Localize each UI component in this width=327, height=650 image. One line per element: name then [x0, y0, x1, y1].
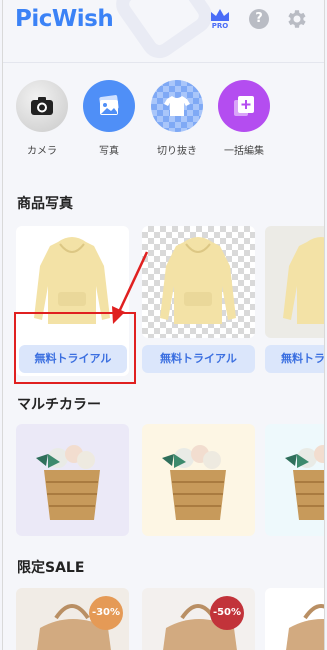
app-logo: PicWish: [15, 6, 114, 32]
tool-batch-edit[interactable]: 一括編集: [217, 80, 271, 157]
help-button[interactable]: ?: [249, 9, 269, 29]
tool-camera-label: カメラ: [27, 146, 57, 157]
camera-icon: [16, 80, 68, 132]
pro-button[interactable]: PRO: [209, 7, 231, 33]
header-divider: [3, 62, 324, 63]
tool-photo[interactable]: 写真: [82, 80, 136, 157]
discount-badge-1: -30%: [89, 596, 123, 630]
basket-image: [36, 445, 100, 520]
product-card-cutout[interactable]: [142, 226, 255, 338]
discount-badge-2: -50%: [210, 596, 244, 630]
hoodie-background-image: [283, 237, 324, 324]
crown-icon: [211, 9, 229, 21]
bag-image-3: [286, 604, 324, 650]
sale-card-3[interactable]: [265, 588, 324, 650]
hoodie-cutout-image: [160, 237, 236, 324]
section-title-multicolor: マルチカラー: [17, 397, 101, 413]
basket-image-2: [162, 445, 226, 520]
tool-cutout[interactable]: 切り抜き: [150, 80, 204, 157]
app-screen: PicWish PRO ? カメラ 写真 切り抜き 一括編集 商品写真 無料トラ…: [2, 0, 325, 650]
section-title-sale: 限定SALE: [17, 560, 85, 576]
batch-edit-icon: [218, 80, 270, 132]
tool-cutout-label: 切り抜き: [157, 146, 197, 157]
pro-label: PRO: [211, 22, 229, 30]
multicolor-card-2[interactable]: [142, 424, 255, 536]
annotation-arrow-icon: [112, 251, 149, 324]
free-trial-button-2[interactable]: 無料トライアル: [142, 345, 255, 373]
photo-icon: [83, 80, 135, 132]
section-title-product-photo: 商品写真: [17, 196, 73, 212]
multicolor-card-1[interactable]: [16, 424, 129, 536]
cutout-shirt-icon: [151, 80, 203, 132]
product-card-background[interactable]: [265, 226, 324, 338]
tool-photo-label: 写真: [99, 146, 119, 157]
tool-batch-edit-label: 一括編集: [224, 146, 264, 157]
gear-icon[interactable]: [285, 7, 309, 31]
free-trial-button-3[interactable]: 無料トライアル: [265, 345, 324, 373]
header: PicWish PRO ?: [3, 0, 324, 66]
tool-camera[interactable]: カメラ: [15, 80, 69, 157]
basket-image-3: [285, 445, 324, 520]
multicolor-card-3[interactable]: [265, 424, 324, 536]
background-decoration: [109, 0, 219, 66]
